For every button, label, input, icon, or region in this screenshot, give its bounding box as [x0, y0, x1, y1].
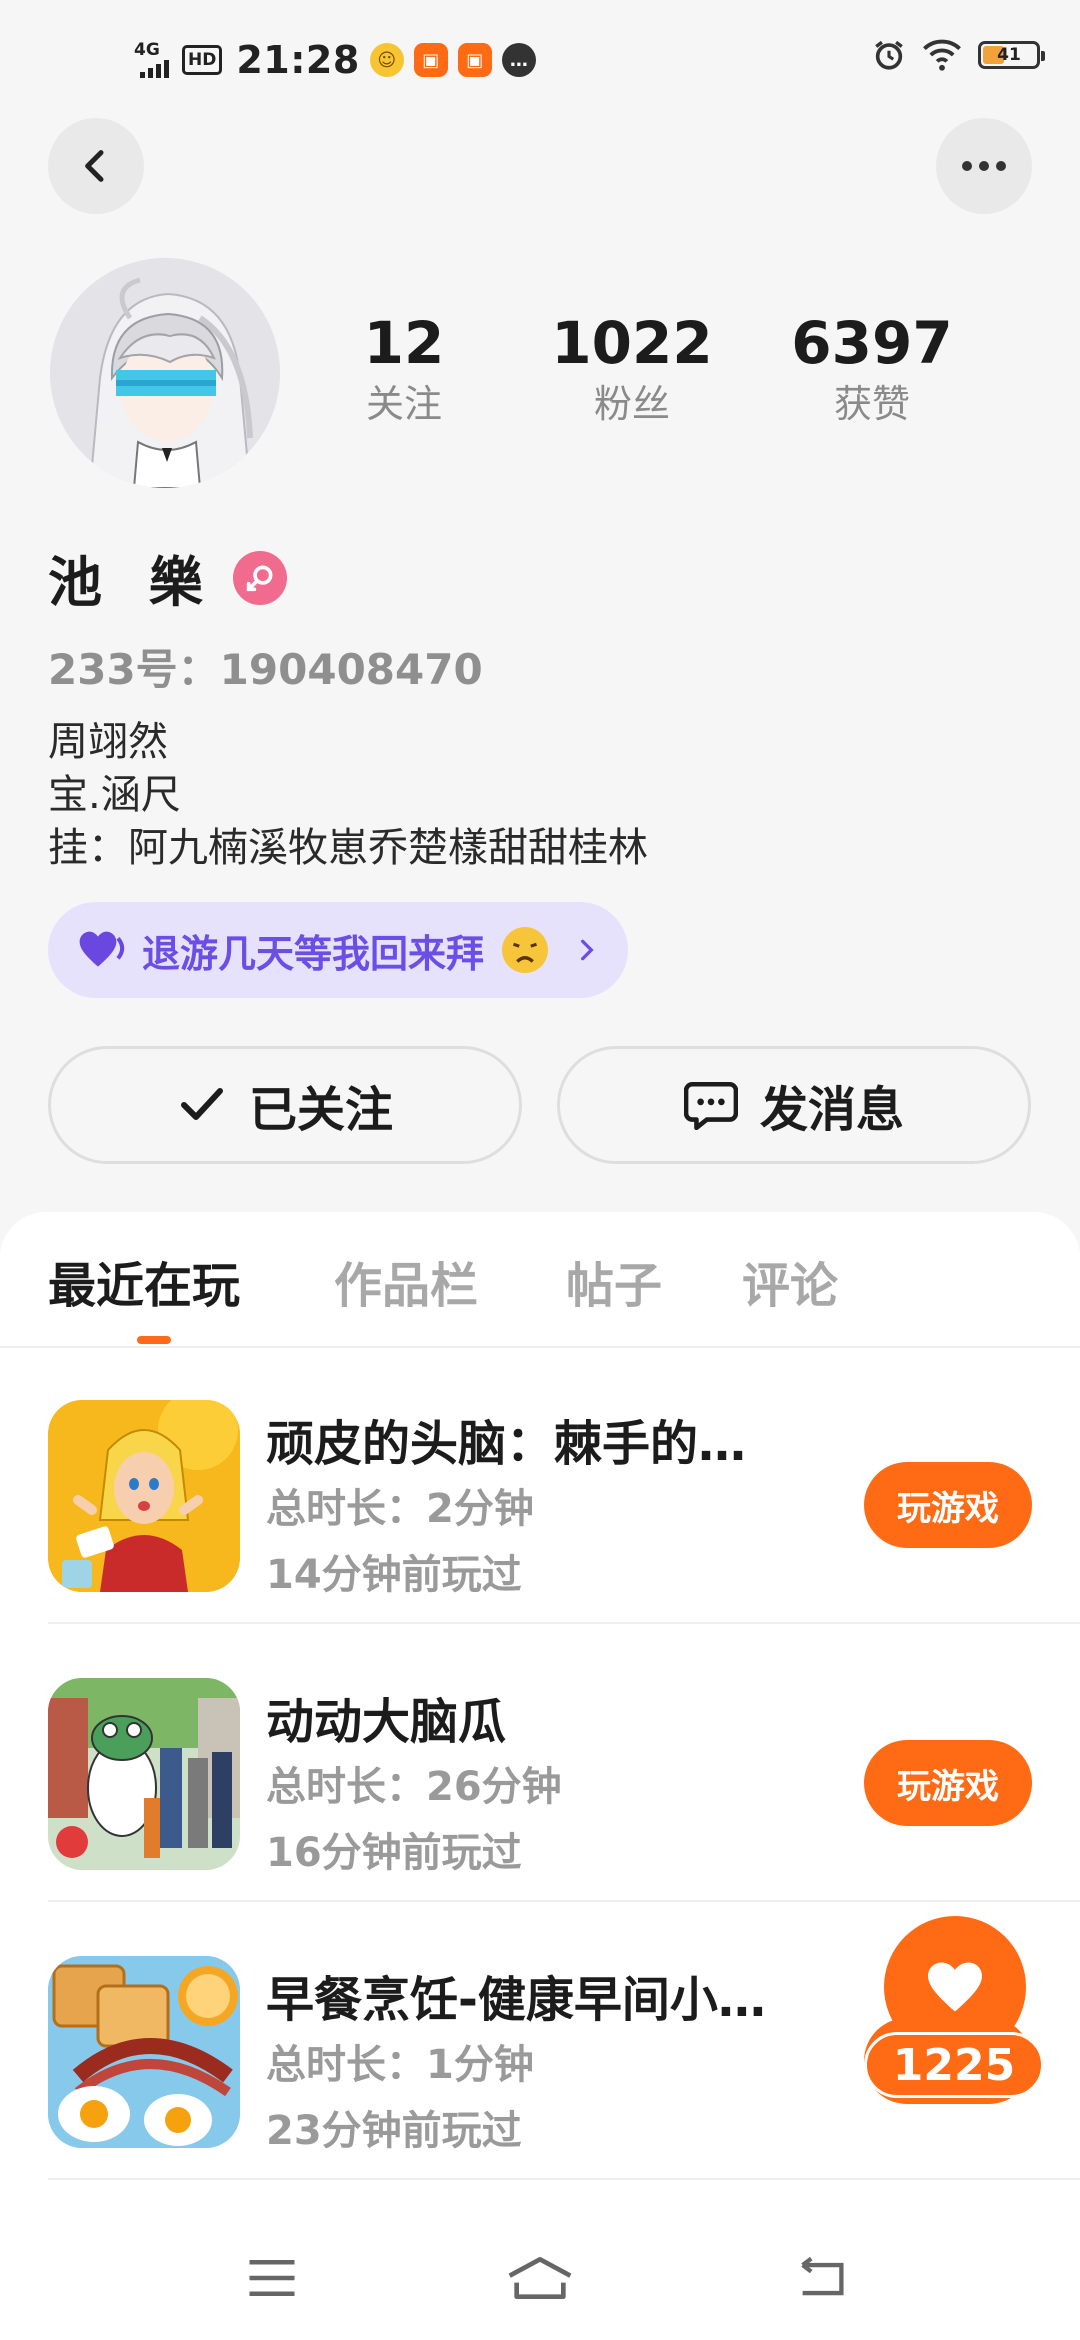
- clock: 21:28: [236, 38, 360, 82]
- stat-likes[interactable]: 6397 获赞: [772, 308, 972, 430]
- content-card: 最近在玩 作品栏 帖子 评论 顽皮的头脑：棘手的… 总时长：2分钟 14分钟前玩…: [0, 1212, 1080, 2340]
- bio: 周翊然 宝.涵尺 挂：阿九楠溪牧崽乔楚樣甜甜桂林: [48, 716, 648, 875]
- game-title: 顽皮的头脑：棘手的…: [266, 1416, 747, 1472]
- signature-pill[interactable]: 退游几天等我回来拜: [48, 902, 629, 998]
- stat-following[interactable]: 12 关注: [304, 308, 504, 430]
- chat-bubble-icon: [683, 1081, 738, 1130]
- check-icon: [180, 1088, 223, 1120]
- game-icon[interactable]: [48, 1400, 240, 1592]
- stat-followers[interactable]: 1022 粉丝: [532, 308, 732, 430]
- like-count: 1225: [864, 2032, 1044, 2098]
- stat-label: 关注: [365, 382, 442, 426]
- tab-bar: 最近在玩 作品栏 帖子 评论: [0, 1212, 1080, 1348]
- stat-value: 6397: [791, 309, 953, 377]
- app-notification-icon: ▣: [457, 43, 492, 77]
- game-row[interactable]: 顽皮的头脑：棘手的… 总时长：2分钟 14分钟前玩过 玩游戏: [48, 1346, 1080, 1624]
- user-id: 233号：190408470: [48, 645, 483, 694]
- wifi-icon: [923, 39, 961, 71]
- follow-button[interactable]: 已关注: [48, 1046, 522, 1164]
- more-dots-icon: [962, 161, 1006, 171]
- menu-icon: [249, 2260, 295, 2296]
- back-arrow-icon: [801, 2256, 844, 2296]
- play-game-button[interactable]: 玩游戏: [864, 1740, 1032, 1826]
- hd-indicator: HD: [182, 45, 223, 75]
- username: 池 樂: [48, 551, 217, 614]
- game-icon[interactable]: [48, 1956, 240, 2148]
- tab-posts[interactable]: 帖子: [566, 1246, 662, 1316]
- cellular-signal-icon: 4G: [134, 40, 172, 80]
- home-icon: [508, 2256, 572, 2299]
- message-label: 发消息: [759, 1082, 904, 1138]
- tab-indicator: [137, 1336, 171, 1344]
- message-notification-icon: …: [501, 43, 536, 77]
- status-bar: 4G HD 21:28 ☺ ▣ ▣ … 41: [0, 0, 1080, 120]
- play-game-button[interactable]: 玩游戏: [864, 1462, 1032, 1548]
- like-floating-button[interactable]: 1225: [864, 1916, 1044, 2106]
- stat-value: 12: [363, 309, 445, 377]
- game-title: 早餐烹饪-健康早间小…: [266, 1972, 766, 2028]
- stat-label: 获赞: [833, 382, 910, 426]
- chevron-right-icon: [581, 939, 594, 961]
- app-notification-icon: ☺: [369, 43, 404, 77]
- game-duration: 总时长：1分钟: [266, 2042, 534, 2088]
- system-nav-bar: [0, 2210, 1080, 2340]
- tab-recently-played[interactable]: 最近在玩: [48, 1246, 240, 1316]
- chevron-left-icon: [85, 150, 104, 182]
- female-icon: [232, 550, 287, 605]
- heart-icon: [928, 1962, 982, 2012]
- bio-line: 周翊然: [48, 719, 168, 765]
- tab-comments[interactable]: 评论: [742, 1246, 838, 1316]
- signature-text: 退游几天等我回来拜: [142, 931, 485, 976]
- disappointed-emoji-icon: [502, 927, 549, 973]
- message-button[interactable]: 发消息: [557, 1046, 1031, 1164]
- bio-line: 挂：阿九楠溪牧崽乔楚樣甜甜桂林: [48, 825, 648, 871]
- tab-works[interactable]: 作品栏: [334, 1246, 478, 1316]
- game-last-played: 14分钟前玩过: [266, 1552, 522, 1598]
- game-duration: 总时长：26分钟: [266, 1764, 562, 1810]
- home-nav-button[interactable]: [500, 2248, 580, 2308]
- game-duration: 总时长：2分钟: [266, 1486, 534, 1532]
- heart-icon: [79, 931, 125, 967]
- avatar[interactable]: [50, 258, 280, 488]
- app-notification-icon: ▣: [413, 43, 448, 77]
- stat-value: 1022: [551, 309, 713, 377]
- battery-icon: 41: [978, 41, 1045, 69]
- game-icon[interactable]: [48, 1678, 240, 1870]
- game-row[interactable]: 动动大脑瓜 总时长：26分钟 16分钟前玩过 玩游戏: [48, 1624, 1080, 1902]
- alarm-icon: [875, 40, 903, 70]
- game-title: 动动大脑瓜: [266, 1694, 507, 1750]
- follow-label: 已关注: [248, 1082, 393, 1138]
- back-nav-button[interactable]: [782, 2248, 862, 2308]
- username-row: 池 樂: [48, 538, 287, 617]
- game-last-played: 23分钟前玩过: [266, 2108, 522, 2154]
- back-button[interactable]: [48, 118, 144, 214]
- game-last-played: 16分钟前玩过: [266, 1830, 522, 1876]
- bio-line: 宝.涵尺: [48, 772, 181, 818]
- stat-label: 粉丝: [593, 382, 670, 426]
- more-button[interactable]: [936, 118, 1032, 214]
- menu-nav-button[interactable]: [232, 2248, 312, 2308]
